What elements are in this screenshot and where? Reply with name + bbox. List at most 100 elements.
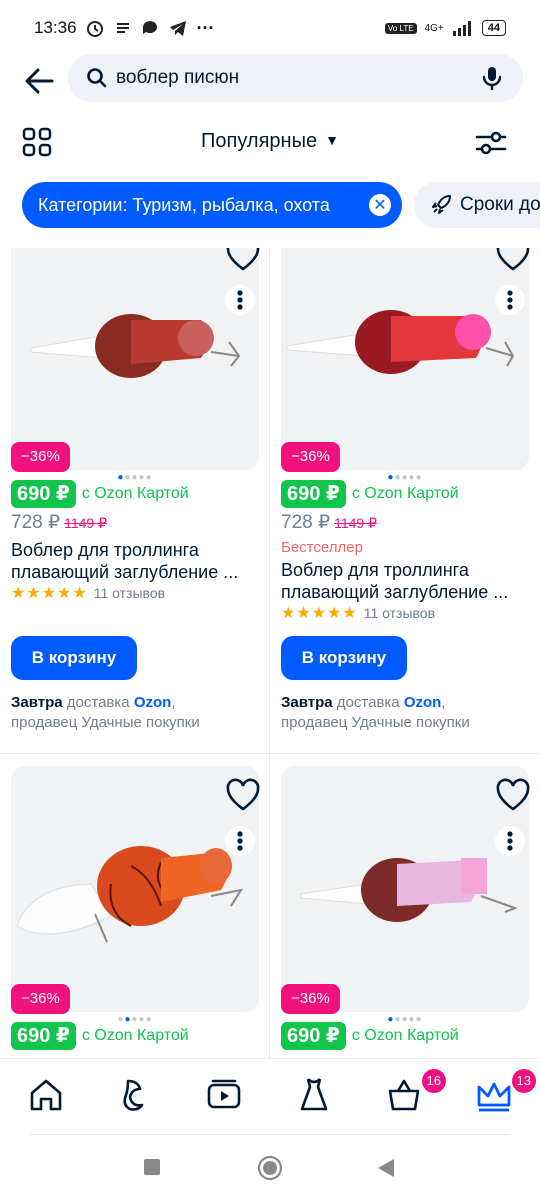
card-price-label: с Ozon Картой <box>351 1027 459 1044</box>
price-old: 1149 ₽ <box>334 515 377 531</box>
product-image[interactable] <box>281 766 529 1012</box>
video-icon[interactable] <box>204 1075 244 1115</box>
home-system-icon[interactable] <box>257 1155 283 1181</box>
status-bar: 13:36 ··· Vo LTE 4G+ 44 <box>0 0 540 56</box>
system-navigation <box>0 1140 540 1200</box>
telegram-icon <box>169 21 186 36</box>
bottom-navigation: 16 13 <box>0 1058 540 1134</box>
more-vertical-icon[interactable] <box>495 826 525 856</box>
product-title[interactable]: Воблер для троллинга плавающий заглублен… <box>11 539 261 583</box>
stars-icon: ★★★★★ <box>281 605 358 622</box>
delivery-word: доставка <box>66 694 130 711</box>
status-time: 13:36 <box>34 18 77 37</box>
back-arrow-icon[interactable] <box>22 64 56 98</box>
reviews-count: 11 отзывов <box>93 585 166 601</box>
heart-icon[interactable] <box>495 778 531 812</box>
price-current: 728 ₽ <box>11 512 61 533</box>
seller: продавец Удачные покупки <box>11 714 200 731</box>
price-old: 1149 ₽ <box>64 515 107 531</box>
price: 728 ₽1149 ₽ <box>281 511 377 534</box>
back-system-icon[interactable] <box>376 1157 396 1179</box>
home-icon[interactable] <box>26 1075 66 1115</box>
more-vertical-icon[interactable] <box>225 285 255 315</box>
product-title[interactable]: Воблер для троллинга плавающий заглублен… <box>281 559 531 603</box>
heart-icon[interactable] <box>225 248 261 272</box>
heart-icon[interactable] <box>225 778 261 812</box>
delivery-when: Завтра <box>11 694 63 711</box>
add-to-cart-button[interactable]: В корзину <box>281 636 407 680</box>
product-feed[interactable]: −36% ●●●●● 690 ₽ с Ozon Картой 728 ₽1149 … <box>0 248 540 1058</box>
product-image[interactable] <box>281 248 529 470</box>
column-divider <box>269 248 270 1058</box>
chat-icon <box>142 21 157 34</box>
chip-delivery[interactable]: Сроки до <box>414 182 540 228</box>
chip-category[interactable]: Категории: Туризм, рыбалка, охота ✕ <box>22 182 402 228</box>
dress-icon[interactable] <box>294 1075 334 1115</box>
alarm-icon <box>86 21 103 37</box>
nav-divider <box>30 1134 510 1135</box>
delivery-word: доставка <box>336 694 400 711</box>
lte-icon: Vo LTE <box>384 22 417 34</box>
notes-icon <box>116 23 129 33</box>
battery-indicator: 44 <box>481 20 506 36</box>
recents-icon[interactable] <box>143 1158 161 1176</box>
cart-badge: 16 <box>421 1069 446 1093</box>
card-price-row: 690 ₽ с Ozon Картой <box>281 1022 459 1050</box>
more-vertical-icon[interactable] <box>225 826 255 856</box>
bestseller-badge: Бестселлер <box>281 539 363 556</box>
search-icon <box>87 68 107 88</box>
discount-badge: −36% <box>11 984 70 1014</box>
filter-chips: Категории: Туризм, рыбалка, охота ✕ Срок… <box>0 182 540 228</box>
status-right: Vo LTE 4G+ 44 <box>384 20 506 36</box>
cart-nav[interactable]: 16 <box>384 1069 446 1115</box>
delivery-brand: Ozon <box>403 694 442 711</box>
price-current: 728 ₽ <box>281 512 331 533</box>
rating: ★★★★★ 11 отзывов <box>11 583 165 603</box>
delivery-info: Завтра доставка Ozon, продавец Удачные по… <box>11 694 200 731</box>
sort-dropdown[interactable]: Популярные ▼ <box>0 130 540 153</box>
premium-badge: 13 <box>511 1069 536 1093</box>
product-image[interactable] <box>11 766 259 1012</box>
chip-delivery-label: Сроки до <box>460 194 540 215</box>
caret-down-icon: ▼ <box>325 132 339 148</box>
card-price: 690 ₽ <box>11 1022 76 1050</box>
stars-icon: ★★★★★ <box>11 585 88 602</box>
crown-icon <box>477 1082 511 1112</box>
sort-row: Популярные ▼ <box>0 118 540 168</box>
delivery-info: Завтра доставка Ozon, продавец Удачные по… <box>281 694 470 731</box>
add-to-cart-button[interactable]: В корзину <box>11 636 137 680</box>
mic-icon[interactable] <box>479 65 505 91</box>
search-row: воблер писюн <box>0 54 540 106</box>
card-price-label: с Ozon Картой <box>351 485 459 502</box>
delivery-when: Завтра <box>281 694 333 711</box>
discount-badge: −36% <box>11 442 70 472</box>
card-price-label: с Ozon Картой <box>81 1027 189 1044</box>
delivery-brand: Ozon <box>133 694 172 711</box>
notification-icons: ··· <box>85 18 215 39</box>
more-vertical-icon[interactable] <box>495 285 525 315</box>
more-dots-icon: ··· <box>196 17 215 38</box>
signal-icon <box>452 21 471 36</box>
network-label: 4G+ <box>424 22 444 34</box>
close-icon[interactable]: ✕ <box>369 194 391 216</box>
search-input[interactable]: воблер писюн <box>68 54 523 102</box>
sort-label: Популярные <box>201 130 318 152</box>
discount-badge: −36% <box>281 442 340 472</box>
premium-nav[interactable]: 13 <box>474 1069 536 1115</box>
filter-icon[interactable] <box>474 126 508 160</box>
card-price-row: 690 ₽ с Ozon Картой <box>11 1022 189 1050</box>
lure-image <box>16 846 244 943</box>
discount-badge: −36% <box>281 984 340 1014</box>
card-price: 690 ₽ <box>281 1022 346 1050</box>
price: 728 ₽1149 ₽ <box>11 511 107 534</box>
reviews-count: 11 отзывов <box>363 605 436 621</box>
fresh-icon[interactable] <box>114 1075 154 1115</box>
chip-category-label: Категории: Туризм, рыбалка, охота <box>38 194 330 215</box>
lure-image <box>300 858 518 922</box>
cart-icon <box>388 1079 420 1111</box>
rocket-icon <box>432 195 451 214</box>
product-image[interactable] <box>11 248 259 470</box>
search-query: воблер писюн <box>116 67 240 88</box>
heart-icon[interactable] <box>495 248 531 272</box>
card-price-row: 690 ₽ с Ozon Картой <box>281 480 459 508</box>
